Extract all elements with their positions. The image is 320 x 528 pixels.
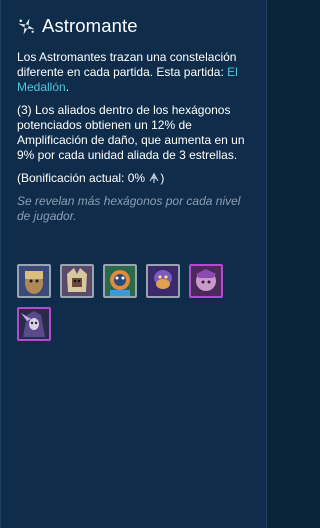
champion-portrait-4[interactable] (146, 264, 180, 298)
champion-portrait-2[interactable] (60, 264, 94, 298)
trait-intro: Los Astromantes trazan una constelación … (17, 50, 257, 95)
trait-units (17, 264, 253, 341)
champion-portrait-1[interactable] (17, 264, 51, 298)
current-bonus: (Bonificación actual: 0% ) (17, 171, 257, 186)
damage-amp-icon (148, 172, 160, 184)
trait-intro-text: Los Astromantes trazan una constelación … (17, 50, 237, 79)
champion-portrait-5[interactable] (189, 264, 223, 298)
trait-intro-end: . (65, 80, 70, 94)
trait-tooltip: Astromante Los Astromantes trazan una co… (0, 0, 267, 528)
trait-hint: Se revelan más hexágonos por cada nivel … (17, 194, 241, 223)
trait-effect: (3) Los aliados dentro de los hexágonos … (17, 103, 245, 162)
trait-description: Los Astromantes trazan una constelación … (17, 50, 257, 232)
current-bonus-close: ) (160, 171, 165, 185)
trait-header: Astromante (17, 13, 138, 39)
astromancer-star-icon (17, 17, 36, 36)
champion-portrait-6[interactable] (17, 307, 51, 341)
current-bonus-label: (Bonificación actual: 0% (17, 171, 149, 185)
trait-name: Astromante (42, 15, 138, 36)
champion-portrait-3[interactable] (103, 264, 137, 298)
